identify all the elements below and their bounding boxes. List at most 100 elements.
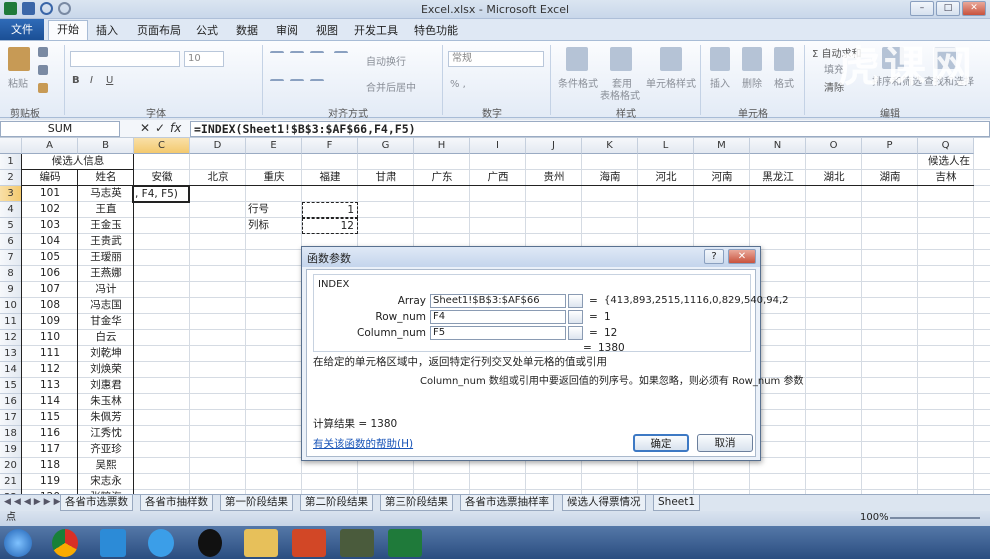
format-cells-button[interactable]: 格式 bbox=[774, 75, 794, 90]
powerpoint-icon[interactable] bbox=[292, 529, 326, 557]
help-link[interactable]: 有关该函数的帮助(H) bbox=[313, 436, 413, 451]
row-header[interactable]: 20 bbox=[0, 458, 22, 474]
underline-button[interactable]: U bbox=[106, 75, 113, 86]
ok-button[interactable]: 确定 bbox=[633, 434, 689, 452]
italic-button[interactable]: I bbox=[90, 75, 93, 86]
row-header[interactable]: 21 bbox=[0, 474, 22, 490]
code-cell[interactable]: 109 bbox=[22, 314, 78, 330]
code-cell[interactable]: 104 bbox=[22, 234, 78, 250]
row-header[interactable]: 18 bbox=[0, 426, 22, 442]
name-cell[interactable]: 王金玉 bbox=[78, 218, 134, 234]
name-cell[interactable]: 刘乾坤 bbox=[78, 346, 134, 362]
column-header[interactable]: L bbox=[638, 138, 694, 154]
bold-button[interactable]: B bbox=[72, 75, 80, 86]
column-title-cell[interactable]: 吉林 bbox=[918, 170, 974, 186]
code-cell[interactable]: 106 bbox=[22, 266, 78, 282]
row-header[interactable]: 12 bbox=[0, 330, 22, 346]
font-size-select[interactable]: 10 bbox=[184, 51, 224, 67]
column-header[interactable]: K bbox=[582, 138, 638, 154]
column-header[interactable]: M bbox=[694, 138, 750, 154]
column-title-cell[interactable]: 湖北 bbox=[806, 170, 862, 186]
col-num-label-cell[interactable]: 列标 bbox=[246, 218, 302, 234]
column-title-cell[interactable]: 湖南 bbox=[862, 170, 918, 186]
format-cells-icon[interactable] bbox=[774, 47, 794, 71]
column-header[interactable]: O bbox=[806, 138, 862, 154]
name-cell[interactable]: 马志英 bbox=[78, 186, 134, 202]
select-all-corner[interactable] bbox=[0, 138, 22, 154]
row-num-value-cell[interactable]: 1 bbox=[302, 202, 358, 218]
table-format-icon[interactable] bbox=[610, 47, 632, 71]
sheet-tab[interactable]: 候选人得票情况 bbox=[562, 495, 646, 511]
paste-icon[interactable] bbox=[8, 47, 30, 71]
arg-array-input[interactable]: Sheet1!$B$3:$AF$66 bbox=[430, 294, 566, 308]
name-cell[interactable]: 王燕娜 bbox=[78, 266, 134, 282]
column-title-cell[interactable]: 福建 bbox=[302, 170, 358, 186]
currency-button[interactable]: % , bbox=[450, 79, 466, 90]
code-cell[interactable]: 110 bbox=[22, 330, 78, 346]
row-header[interactable]: 5 bbox=[0, 218, 22, 234]
column-header[interactable]: E bbox=[246, 138, 302, 154]
tab-formulas[interactable]: 公式 bbox=[196, 22, 218, 38]
conditional-format-button[interactable]: 条件格式 bbox=[558, 75, 598, 90]
insert-cells-icon[interactable] bbox=[710, 47, 730, 71]
column-header[interactable]: P bbox=[862, 138, 918, 154]
column-header[interactable]: G bbox=[358, 138, 414, 154]
column-title-cell[interactable]: 姓名 bbox=[78, 170, 134, 186]
row-header[interactable]: 7 bbox=[0, 250, 22, 266]
name-box[interactable]: SUM bbox=[0, 121, 120, 137]
column-title-cell[interactable]: 甘肃 bbox=[358, 170, 414, 186]
tab-special[interactable]: 特色功能 bbox=[414, 22, 458, 38]
column-title-cell[interactable]: 编码 bbox=[22, 170, 78, 186]
row-header[interactable]: 3 bbox=[0, 186, 22, 202]
arg-row-collapse-icon[interactable] bbox=[568, 310, 583, 324]
row-header[interactable]: 14 bbox=[0, 362, 22, 378]
sheet-tab[interactable]: 各省市选票抽样率 bbox=[460, 495, 554, 511]
folder-icon[interactable] bbox=[244, 529, 278, 557]
row-header[interactable]: 10 bbox=[0, 298, 22, 314]
maximize-button[interactable]: □ bbox=[936, 1, 960, 16]
tab-developer[interactable]: 开发工具 bbox=[354, 22, 398, 38]
name-cell[interactable]: 王贵武 bbox=[78, 234, 134, 250]
align-top-icon[interactable] bbox=[270, 51, 284, 61]
code-cell[interactable]: 111 bbox=[22, 346, 78, 362]
row-header[interactable]: 2 bbox=[0, 170, 22, 186]
name-cell[interactable]: 刘惠君 bbox=[78, 378, 134, 394]
col-num-value-cell[interactable]: 12 bbox=[302, 218, 358, 234]
start-icon[interactable] bbox=[4, 529, 32, 557]
row-header[interactable]: 1 bbox=[0, 154, 22, 170]
cut-icon[interactable] bbox=[38, 47, 48, 57]
row-header[interactable]: 11 bbox=[0, 314, 22, 330]
name-cell[interactable]: 宋志永 bbox=[78, 474, 134, 490]
name-cell[interactable]: 江秀忱 bbox=[78, 426, 134, 442]
tab-home[interactable]: 开始 bbox=[48, 20, 88, 40]
code-cell[interactable]: 115 bbox=[22, 410, 78, 426]
name-cell[interactable]: 白云 bbox=[78, 330, 134, 346]
row-header[interactable]: 6 bbox=[0, 234, 22, 250]
name-cell[interactable]: 王瑷丽 bbox=[78, 250, 134, 266]
column-header[interactable]: C bbox=[134, 138, 190, 154]
sheet-tab[interactable]: 各省市抽样数 bbox=[140, 495, 213, 511]
sheet-tab[interactable]: 第三阶段结果 bbox=[380, 495, 453, 511]
header-right-cell[interactable]: 候选人在 bbox=[928, 154, 988, 170]
tab-insert[interactable]: 插入 bbox=[96, 22, 118, 38]
column-title-cell[interactable]: 黑龙江 bbox=[750, 170, 806, 186]
merge-center-button[interactable]: 合并后居中 bbox=[366, 79, 416, 94]
name-cell[interactable]: 吴熙 bbox=[78, 458, 134, 474]
tab-page-layout[interactable]: 页面布局 bbox=[137, 22, 181, 38]
row-header[interactable]: 13 bbox=[0, 346, 22, 362]
name-cell[interactable]: 齐亚珍 bbox=[78, 442, 134, 458]
name-cell[interactable]: 冯志国 bbox=[78, 298, 134, 314]
column-title-cell[interactable]: 贵州 bbox=[526, 170, 582, 186]
code-cell[interactable]: 105 bbox=[22, 250, 78, 266]
insert-cells-button[interactable]: 插入 bbox=[710, 75, 730, 90]
column-title-cell[interactable]: 河南 bbox=[694, 170, 750, 186]
row-header[interactable]: 19 bbox=[0, 442, 22, 458]
format-painter-icon[interactable] bbox=[38, 83, 48, 93]
cell-style-icon[interactable] bbox=[660, 47, 682, 71]
code-cell[interactable]: 108 bbox=[22, 298, 78, 314]
align-center-icon[interactable] bbox=[290, 79, 304, 89]
column-header[interactable]: Q bbox=[918, 138, 974, 154]
column-title-cell[interactable]: 广西 bbox=[470, 170, 526, 186]
app2-icon[interactable] bbox=[340, 529, 374, 557]
cancel-formula-button[interactable]: ✕ bbox=[140, 121, 150, 135]
